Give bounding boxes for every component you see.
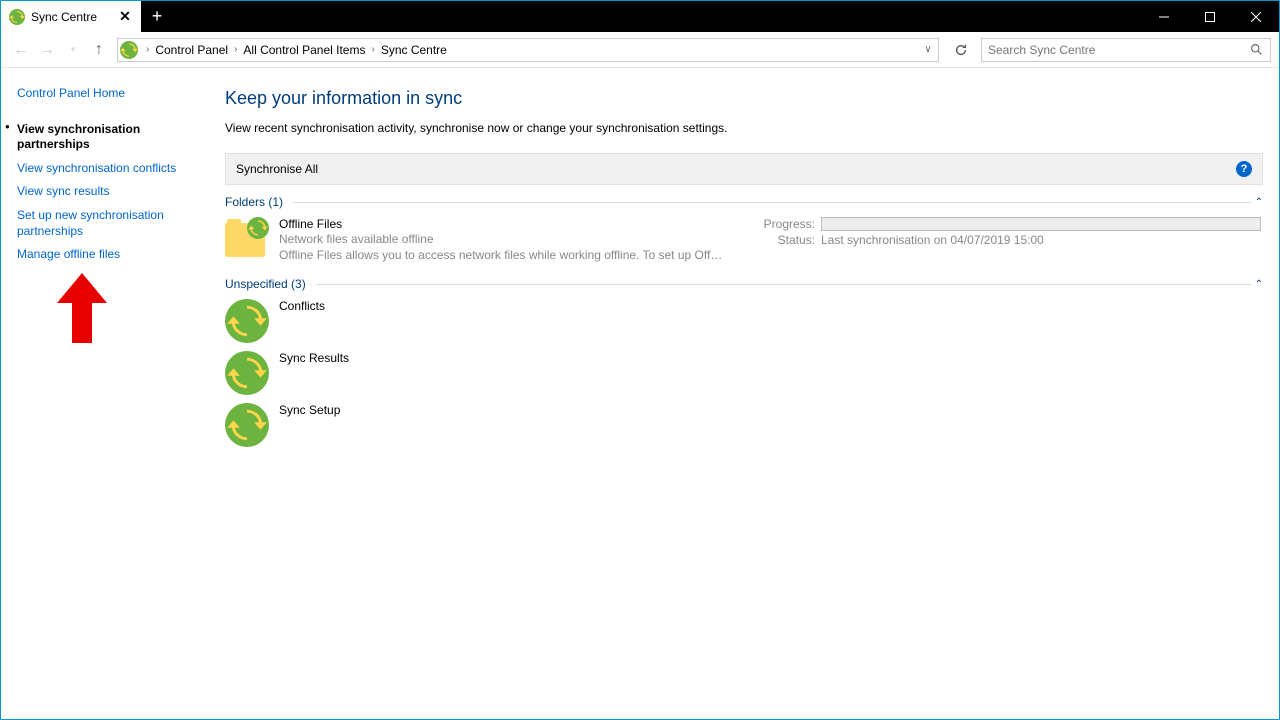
sidebar: Control Panel Home View synchronisation … [1, 68, 201, 719]
titlebar: Sync Centre ✕ + [1, 1, 1279, 32]
item-title: Conflicts [279, 299, 749, 313]
sync-icon [225, 403, 269, 447]
help-icon[interactable]: ? [1236, 161, 1252, 177]
search-box[interactable] [981, 38, 1271, 62]
sync-all-button[interactable]: Synchronise All [236, 162, 318, 176]
item-sync-results[interactable]: Sync Results [225, 347, 1263, 399]
item-subtitle: Network files available offline [279, 231, 749, 247]
item-offline-files[interactable]: Offline Files Network files available of… [225, 213, 1263, 267]
toolbar: ← → ▾ ↑ › Control Panel › All Control Pa… [1, 32, 1279, 68]
item-description: Offline Files allows you to access netwo… [279, 247, 749, 263]
breadcrumb-item[interactable]: All Control Panel Items [241, 41, 367, 59]
tab-close-button[interactable]: ✕ [117, 9, 133, 25]
progress-bar [821, 217, 1261, 231]
chevron-right-icon[interactable]: › [146, 44, 149, 55]
sidebar-item-conflicts[interactable]: View synchronisation conflicts [17, 161, 189, 177]
item-sync-setup[interactable]: Sync Setup [225, 399, 1263, 451]
sync-icon [120, 41, 138, 59]
close-window-button[interactable] [1233, 1, 1279, 32]
content-area: Control Panel Home View synchronisation … [1, 68, 1279, 719]
sidebar-item-setup[interactable]: Set up new synchronisation partnerships [17, 208, 189, 239]
group-header-folders: Folders (1) ⌃ [225, 195, 1263, 209]
browser-tab[interactable]: Sync Centre ✕ [1, 1, 141, 32]
forward-button[interactable]: → [35, 38, 59, 62]
search-icon [1250, 43, 1264, 57]
tab-area: Sync Centre ✕ + [1, 1, 173, 32]
sidebar-home[interactable]: Control Panel Home [17, 86, 189, 102]
item-conflicts[interactable]: Conflicts [225, 295, 1263, 347]
up-button[interactable]: ↑ [87, 38, 111, 62]
item-text-block: Offline Files Network files available of… [279, 217, 749, 263]
chevron-right-icon[interactable]: › [371, 44, 374, 55]
window-controls [1141, 1, 1279, 32]
collapse-button[interactable]: ⌃ [1255, 197, 1263, 208]
sidebar-item-manage-offline[interactable]: Manage offline files [17, 247, 189, 263]
minimize-button[interactable] [1141, 1, 1187, 32]
chevron-right-icon[interactable]: › [234, 44, 237, 55]
page-title: Keep your information in sync [225, 88, 1263, 109]
group-label: Folders (1) [225, 195, 283, 209]
main-panel: Keep your information in sync View recen… [201, 68, 1279, 719]
progress-area: Progress: Status: Last synchronisation o… [759, 217, 1263, 247]
recent-dropdown[interactable]: ▾ [61, 38, 85, 62]
page-description: View recent synchronisation activity, sy… [225, 121, 1263, 135]
sync-icon [225, 351, 269, 395]
refresh-button[interactable] [949, 38, 973, 62]
new-tab-button[interactable]: + [141, 1, 173, 32]
group-label: Unspecified (3) [225, 277, 306, 291]
collapse-button[interactable]: ⌃ [1255, 279, 1263, 290]
progress-label: Progress: [759, 217, 815, 231]
item-title: Sync Setup [279, 403, 749, 417]
status-value: Last synchronisation on 04/07/2019 15:00 [821, 233, 1044, 247]
sync-all-bar: Synchronise All ? [225, 153, 1263, 185]
maximize-button[interactable] [1187, 1, 1233, 32]
sync-badge-icon [247, 217, 269, 239]
status-label: Status: [759, 233, 815, 247]
item-title: Offline Files [279, 217, 749, 231]
back-button[interactable]: ← [9, 38, 33, 62]
search-input[interactable] [988, 43, 1250, 57]
item-title: Sync Results [279, 351, 749, 365]
breadcrumb-item[interactable]: Control Panel [153, 41, 230, 59]
sidebar-item-results[interactable]: View sync results [17, 184, 189, 200]
group-header-unspecified: Unspecified (3) ⌃ [225, 277, 1263, 291]
sync-icon [9, 9, 25, 25]
folder-icon [225, 217, 269, 261]
breadcrumb-item[interactable]: Sync Centre [379, 41, 449, 59]
tab-title: Sync Centre [31, 10, 111, 24]
sync-icon [225, 299, 269, 343]
sidebar-item-partnerships[interactable]: View synchronisation partnerships [17, 122, 189, 153]
address-dropdown[interactable]: ∨ [920, 44, 936, 55]
address-bar[interactable]: › Control Panel › All Control Panel Item… [117, 38, 939, 62]
